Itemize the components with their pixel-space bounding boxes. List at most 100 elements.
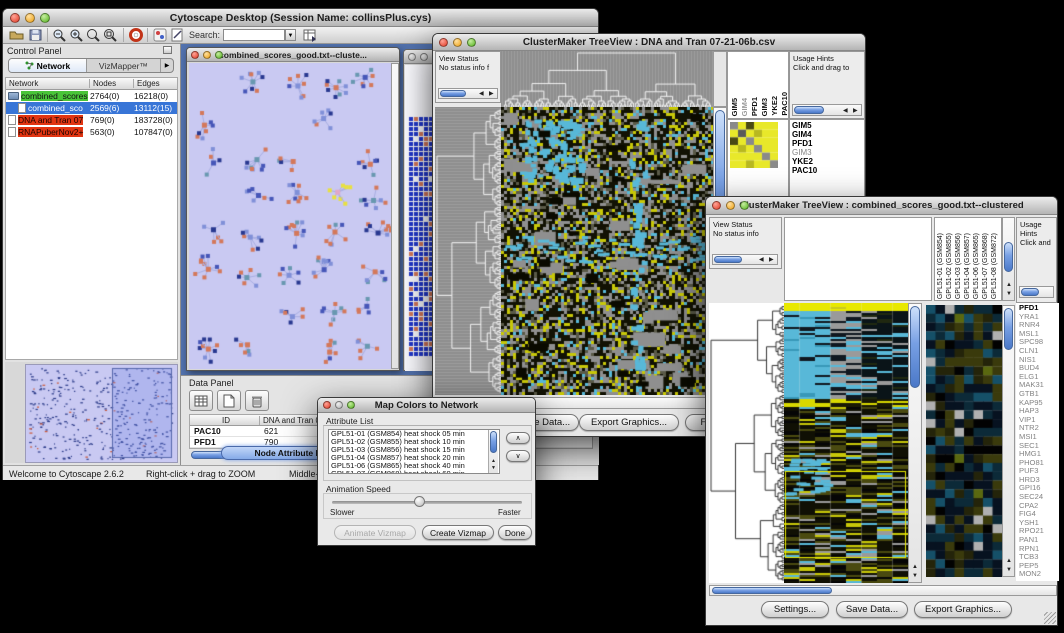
scrollbar-thumb[interactable]: [1021, 288, 1039, 296]
zoom-window-button[interactable]: [40, 13, 50, 23]
scroll-down-icon[interactable]: ▼: [491, 465, 496, 471]
tab-network[interactable]: Network: [9, 59, 87, 72]
save-data-button[interactable]: Save Data...: [836, 601, 908, 618]
header-nodes[interactable]: Nodes: [90, 79, 134, 88]
column-label[interactable]: GIM4: [740, 98, 749, 116]
search-dropdown-arrow[interactable]: ▼: [285, 29, 296, 41]
heatmap-hscrollbar[interactable]: [709, 585, 1057, 596]
treeview1-titlebar[interactable]: ClusterMaker TreeView : DNA and Tran 07-…: [433, 34, 865, 51]
header-id[interactable]: ID: [190, 416, 260, 425]
network-row[interactable]: RNAPuberNov2+ 563(0) 107847(0): [6, 126, 177, 138]
network-vscrollbar[interactable]: [391, 63, 399, 369]
column-dendrogram-area[interactable]: [784, 217, 932, 301]
header-network[interactable]: Network: [6, 79, 90, 88]
column-labels-vscrollbar[interactable]: ▲ ▼: [1002, 217, 1015, 301]
close-button[interactable]: [408, 53, 416, 61]
view-status-scrollbar[interactable]: ◀ ▶: [438, 88, 498, 99]
scroll-up-icon[interactable]: ▲: [1006, 558, 1012, 564]
scrollbar-thumb[interactable]: [794, 106, 824, 114]
scroll-down-icon[interactable]: ▼: [912, 573, 918, 579]
settings-button[interactable]: Settings...: [761, 601, 829, 618]
column-label[interactable]: YKE2: [770, 96, 779, 116]
tab-overflow-button[interactable]: ▶: [160, 59, 173, 72]
select-attributes-button[interactable]: [189, 390, 213, 411]
column-label[interactable]: GPL51-03 (GSM856): [954, 233, 963, 299]
header-edges[interactable]: Edges: [134, 79, 177, 88]
view-status-scrollbar[interactable]: ◀ ▶: [712, 254, 778, 265]
minimize-button[interactable]: [726, 201, 735, 210]
global-heatmap[interactable]: [784, 303, 908, 583]
row-label[interactable]: PAC10: [792, 166, 864, 175]
scrollbar-thumb[interactable]: [490, 431, 497, 453]
export-graphics-button[interactable]: Export Graphics...: [579, 414, 679, 431]
zoom-heatmap[interactable]: [730, 122, 778, 168]
scroll-right-icon[interactable]: ▶: [769, 257, 774, 263]
resize-grip[interactable]: [1044, 612, 1056, 624]
zoom-window-button[interactable]: [467, 38, 476, 47]
close-button[interactable]: [191, 51, 199, 59]
row-label[interactable]: GIM5: [792, 121, 864, 130]
column-label[interactable]: GPL51-07 (GSM868): [981, 233, 990, 299]
close-button[interactable]: [439, 38, 448, 47]
minimize-button[interactable]: [203, 51, 211, 59]
close-button[interactable]: [10, 13, 20, 23]
column-label[interactable]: GPL51-08 (GSM872): [990, 233, 999, 299]
row-label[interactable]: GIM4: [792, 130, 864, 139]
float-panel-icon[interactable]: [163, 46, 172, 54]
move-up-button[interactable]: ∧: [506, 432, 530, 444]
main-titlebar[interactable]: Cytoscape Desktop (Session Name: collins…: [3, 9, 598, 27]
row-label[interactable]: GIM3: [792, 148, 864, 157]
scroll-up-icon[interactable]: ▲: [491, 458, 496, 464]
usage-hints-scrollbar[interactable]: [1019, 286, 1054, 298]
export-graphics-button[interactable]: Export Graphics...: [914, 601, 1012, 618]
animate-vizmap-button[interactable]: Animate Vizmap: [334, 525, 416, 540]
zoom-window-button[interactable]: [215, 51, 223, 59]
scrollbar-thumb[interactable]: [1004, 308, 1013, 350]
column-label[interactable]: GIM3: [760, 98, 769, 116]
dendrogram-divider[interactable]: [713, 51, 727, 107]
row-label[interactable]: MON2: [1019, 570, 1059, 579]
heatmap-vscrollbar[interactable]: ▲ ▼: [908, 303, 922, 583]
minimize-button[interactable]: [335, 401, 343, 409]
scroll-right-icon[interactable]: ▶: [853, 108, 858, 114]
column-label[interactable]: GPL51-02 (GSM855): [945, 233, 954, 299]
scrollbar-thumb[interactable]: [714, 256, 742, 263]
column-dendrogram[interactable]: [501, 51, 713, 107]
column-label[interactable]: PFD1: [750, 97, 759, 116]
search-input[interactable]: [223, 29, 285, 41]
column-label[interactable]: GPL51-01 (GSM854): [936, 233, 945, 299]
scroll-right-icon[interactable]: ▶: [489, 91, 494, 97]
zoom-window-button[interactable]: [740, 201, 749, 210]
treeview2-titlebar[interactable]: ClusterMaker TreeView : combined_scores_…: [706, 197, 1057, 215]
row-label[interactable]: YKE2: [792, 157, 864, 166]
scrollbar-thumb[interactable]: [712, 587, 832, 594]
column-label[interactable]: GPL51-06 (GSM865): [972, 233, 981, 299]
scroll-up-icon[interactable]: ▲: [1006, 282, 1012, 288]
zoom-window-button[interactable]: [347, 401, 355, 409]
close-button[interactable]: [712, 201, 721, 210]
tab-vizmapper[interactable]: VizMapper™: [87, 59, 160, 72]
column-label[interactable]: GIM5: [730, 98, 739, 116]
network-table-header[interactable]: Network Nodes Edges: [6, 78, 177, 90]
column-label[interactable]: GPL51-04 (GSM857): [963, 233, 972, 299]
attribute-list-vscrollbar[interactable]: ▲ ▼: [488, 430, 498, 473]
minimize-button[interactable]: [420, 53, 428, 61]
attribute-item[interactable]: GPL51-07 (GSM868) heat shock 60 min: [329, 470, 499, 474]
row-dendrogram[interactable]: [709, 303, 784, 583]
global-heatmap[interactable]: [501, 107, 713, 395]
delete-attribute-button[interactable]: [245, 390, 269, 411]
scroll-up-icon[interactable]: ▲: [912, 564, 918, 570]
new-attribute-button[interactable]: [217, 390, 241, 411]
network-row[interactable]: combined_sco 2569(6) 13112(15): [6, 102, 177, 114]
minimize-button[interactable]: [25, 13, 35, 23]
network-row[interactable]: DNA and Tran 07 769(0) 183728(0): [6, 114, 177, 126]
speed-slider-track[interactable]: [332, 501, 522, 504]
row-dendrogram[interactable]: [435, 107, 501, 395]
move-down-button[interactable]: ∨: [506, 450, 530, 462]
birdseye-view[interactable]: [25, 364, 178, 463]
scroll-left-icon[interactable]: ◀: [759, 257, 764, 263]
row-label[interactable]: PFD1: [792, 139, 864, 148]
zoom-heatmap[interactable]: [926, 305, 1002, 577]
scrollbar-thumb[interactable]: [440, 90, 466, 97]
scrollbar-thumb[interactable]: [910, 306, 920, 388]
